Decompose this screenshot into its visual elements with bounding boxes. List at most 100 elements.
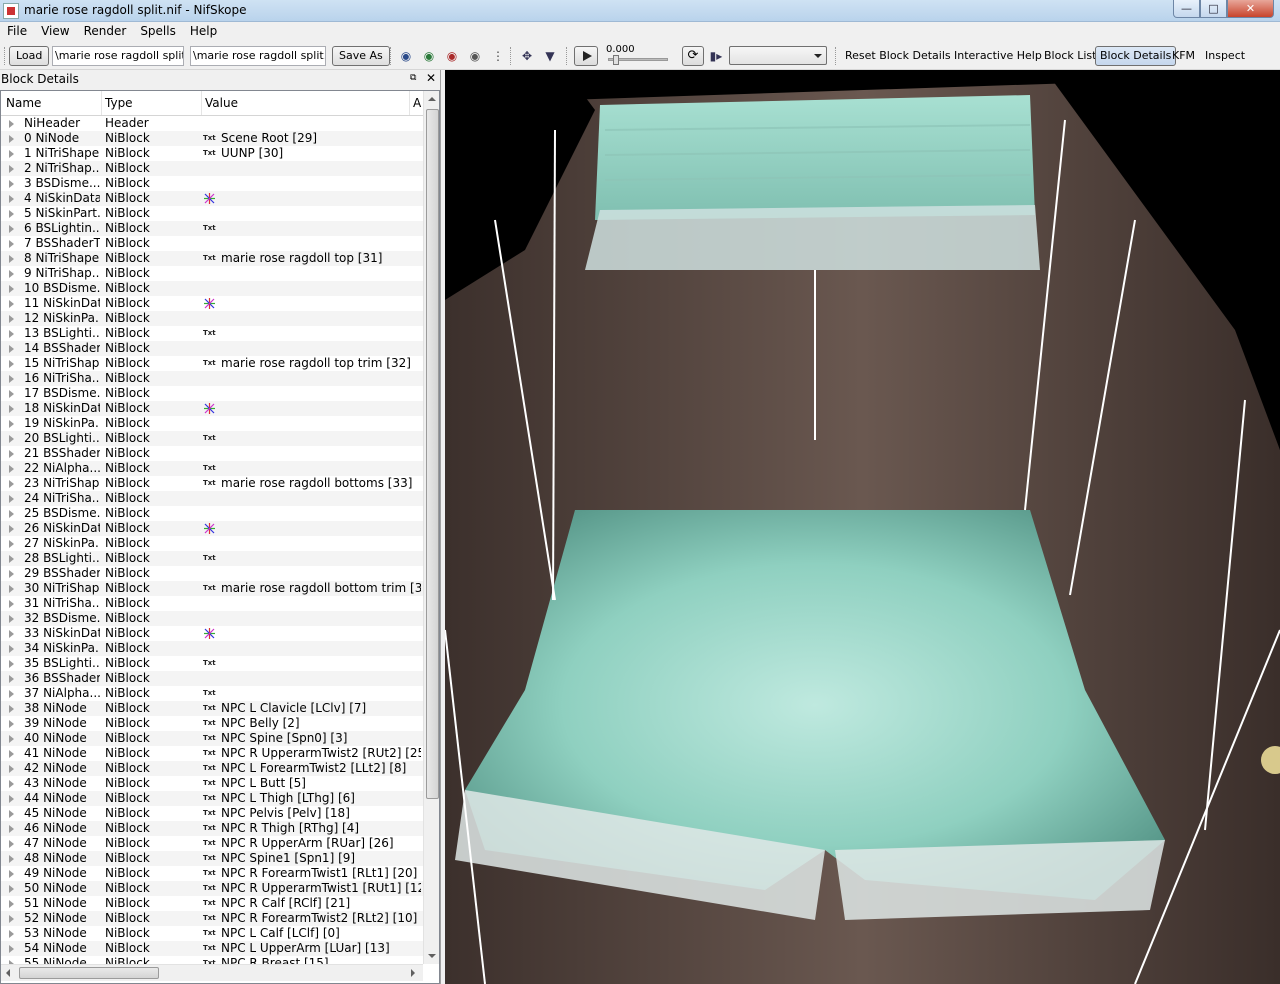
- expand-arrow-icon[interactable]: [9, 165, 14, 173]
- expand-arrow-icon[interactable]: [9, 300, 14, 308]
- interactive-help-button[interactable]: Interactive Help: [954, 49, 1042, 62]
- tree-row[interactable]: 4 NiSkinData NiBlock: [1, 191, 423, 206]
- expand-arrow-icon[interactable]: [9, 510, 14, 518]
- expand-arrow-icon[interactable]: [9, 750, 14, 758]
- expand-arrow-icon[interactable]: [9, 450, 14, 458]
- expand-arrow-icon[interactable]: [9, 270, 14, 278]
- expand-arrow-icon[interactable]: [9, 120, 14, 128]
- time-slider-handle[interactable]: [613, 55, 619, 65]
- menu-help[interactable]: Help: [183, 22, 224, 42]
- tree-row[interactable]: 14 BSShader... NiBlock: [1, 341, 423, 356]
- scroll-down-icon[interactable]: [428, 954, 436, 958]
- view-eye-green-icon[interactable]: ◉: [421, 49, 437, 63]
- expand-arrow-icon[interactable]: [9, 795, 14, 803]
- expand-arrow-icon[interactable]: [9, 435, 14, 443]
- row-value[interactable]: NPC L Butt [5]: [221, 776, 421, 791]
- tree-row[interactable]: 27 NiSkinPa... NiBlock: [1, 536, 423, 551]
- tree-row[interactable]: NiHeader Header: [1, 116, 423, 131]
- toolbar-grip[interactable]: [566, 47, 569, 65]
- row-value[interactable]: NPC L Calf [LClf] [0]: [221, 926, 421, 941]
- expand-arrow-icon[interactable]: [9, 345, 14, 353]
- expand-arrow-icon[interactable]: [9, 585, 14, 593]
- move-axis-icon[interactable]: ✥: [519, 49, 535, 63]
- expand-arrow-icon[interactable]: [9, 180, 14, 188]
- row-value[interactable]: NPC R Breast [15]: [221, 956, 421, 964]
- column-header-value[interactable]: Value: [205, 96, 238, 110]
- tree-row[interactable]: 30 NiTriShape NiBlock Txt marie rose ragdol…: [1, 581, 423, 596]
- float-icon[interactable]: ⧉: [410, 73, 420, 83]
- toolbar-grip[interactable]: [4, 47, 7, 65]
- expand-arrow-icon[interactable]: [9, 645, 14, 653]
- tree-row[interactable]: 28 BSLighti... NiBlock Txt: [1, 551, 423, 566]
- expand-arrow-icon[interactable]: [9, 915, 14, 923]
- tree-row[interactable]: 40 NiNode NiBlock Txt NPC Spine [Spn0] [3]: [1, 731, 423, 746]
- tree-row[interactable]: 16 NiTriSha... NiBlock: [1, 371, 423, 386]
- block-list-button[interactable]: Block List: [1044, 49, 1096, 62]
- scroll-up-icon[interactable]: [428, 97, 436, 101]
- expand-arrow-icon[interactable]: [9, 615, 14, 623]
- expand-arrow-icon[interactable]: [9, 840, 14, 848]
- tree-row[interactable]: 21 BSShader... NiBlock: [1, 446, 423, 461]
- column-divider[interactable]: [101, 91, 102, 115]
- expand-arrow-icon[interactable]: [9, 150, 14, 158]
- expand-arrow-icon[interactable]: [9, 225, 14, 233]
- tree-row[interactable]: 22 NiAlpha... NiBlock Txt: [1, 461, 423, 476]
- expand-arrow-icon[interactable]: [9, 705, 14, 713]
- expand-arrow-icon[interactable]: [9, 855, 14, 863]
- tree-row[interactable]: 43 NiNode NiBlock Txt NPC L Butt [5]: [1, 776, 423, 791]
- tree-row[interactable]: 38 NiNode NiBlock Txt NPC L Clavicle [LClv]…: [1, 701, 423, 716]
- tree-row[interactable]: 53 NiNode NiBlock Txt NPC L Calf [LClf] [0]: [1, 926, 423, 941]
- tree-row[interactable]: 55 NiNode NiBlock Txt NPC R Breast [15]: [1, 956, 423, 964]
- tree-row[interactable]: 42 NiNode NiBlock Txt NPC L ForearmTwist2 […: [1, 761, 423, 776]
- vertical-scrollbar[interactable]: [423, 91, 439, 964]
- switch-icon[interactable]: ▮▸: [708, 49, 724, 63]
- expand-arrow-icon[interactable]: [9, 555, 14, 563]
- scroll-left-icon[interactable]: [6, 969, 10, 977]
- column-divider[interactable]: [409, 91, 410, 115]
- row-value[interactable]: NPC R UpperarmTwist2 [RUt2] [25]: [221, 746, 421, 761]
- expand-arrow-icon[interactable]: [9, 870, 14, 878]
- expand-arrow-icon[interactable]: [9, 420, 14, 428]
- expand-arrow-icon[interactable]: [9, 240, 14, 248]
- menu-view[interactable]: View: [34, 22, 76, 42]
- tree-row[interactable]: 20 BSLighti... NiBlock Txt: [1, 431, 423, 446]
- expand-arrow-icon[interactable]: [9, 630, 14, 638]
- tree-row[interactable]: 33 NiSkinData NiBlock: [1, 626, 423, 641]
- row-value[interactable]: NPC R Thigh [RThg] [4]: [221, 821, 421, 836]
- expand-arrow-icon[interactable]: [9, 360, 14, 368]
- reset-block-details-button[interactable]: Reset Block Details: [845, 49, 951, 62]
- tree-row[interactable]: 15 NiTriShape NiBlock Txt marie rose ragdol…: [1, 356, 423, 371]
- expand-arrow-icon[interactable]: [9, 720, 14, 728]
- tree-row[interactable]: 1 NiTriShape NiBlock Txt UUNP [30]: [1, 146, 423, 161]
- tree-row[interactable]: 41 NiNode NiBlock Txt NPC R UpperarmTwist2 …: [1, 746, 423, 761]
- toolbar-grip[interactable]: [390, 47, 393, 65]
- tree-row[interactable]: 17 BSDisme... NiBlock: [1, 386, 423, 401]
- column-header-type[interactable]: Type: [105, 96, 133, 110]
- tree-row[interactable]: 51 NiNode NiBlock Txt NPC R Calf [RClf] [21…: [1, 896, 423, 911]
- expand-arrow-icon[interactable]: [9, 195, 14, 203]
- tree-row[interactable]: 0 NiNode NiBlock Txt Scene Root [29]: [1, 131, 423, 146]
- menu-render[interactable]: Render: [77, 22, 134, 42]
- expand-arrow-icon[interactable]: [9, 495, 14, 503]
- expand-arrow-icon[interactable]: [9, 315, 14, 323]
- expand-arrow-icon[interactable]: [9, 135, 14, 143]
- expand-arrow-icon[interactable]: [9, 900, 14, 908]
- tree-row[interactable]: 37 NiAlpha... NiBlock Txt: [1, 686, 423, 701]
- tree-row[interactable]: 26 NiSkinData NiBlock: [1, 521, 423, 536]
- expand-arrow-icon[interactable]: [9, 330, 14, 338]
- tree-row[interactable]: 47 NiNode NiBlock Txt NPC R UpperArm [RUar]…: [1, 836, 423, 851]
- row-value[interactable]: UUNP [30]: [221, 146, 421, 161]
- save-as-button[interactable]: Save As: [332, 46, 390, 66]
- row-value[interactable]: NPC Spine1 [Spn1] [9]: [221, 851, 421, 866]
- row-value[interactable]: NPC R Calf [RClf] [21]: [221, 896, 421, 911]
- expand-arrow-icon[interactable]: [9, 780, 14, 788]
- tree-row[interactable]: 12 NiSkinPa... NiBlock: [1, 311, 423, 326]
- horizontal-scrollbar[interactable]: [1, 964, 423, 981]
- chevron-down-icon[interactable]: ▼: [542, 49, 558, 63]
- menu-file[interactable]: File: [0, 22, 34, 42]
- tree-row[interactable]: 24 NiTriSha... NiBlock: [1, 491, 423, 506]
- expand-arrow-icon[interactable]: [9, 285, 14, 293]
- tree-row[interactable]: 50 NiNode NiBlock Txt NPC R UpperarmTwist1 …: [1, 881, 423, 896]
- tree-row[interactable]: 19 NiSkinPa... NiBlock: [1, 416, 423, 431]
- expand-arrow-icon[interactable]: [9, 480, 14, 488]
